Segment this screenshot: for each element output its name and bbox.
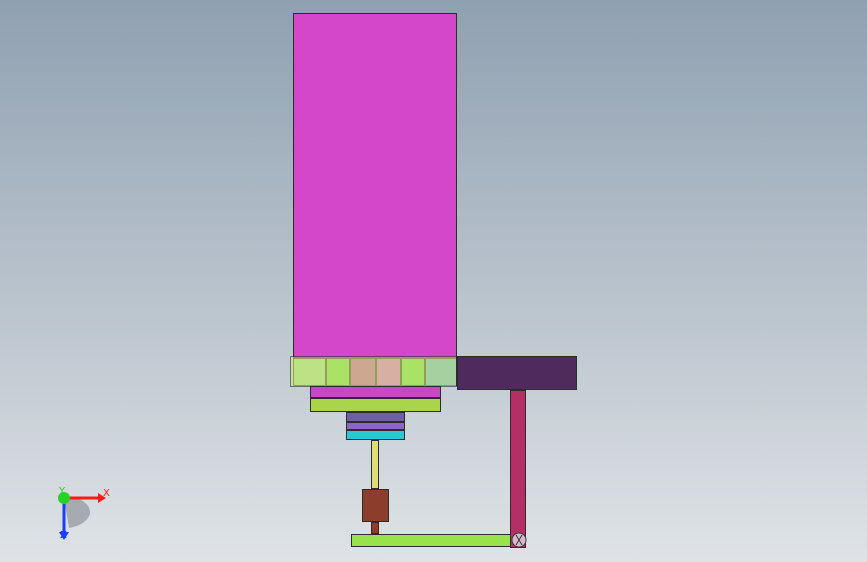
- pivot-pin-icon[interactable]: [509, 530, 529, 550]
- connecting-rod[interactable]: [510, 390, 526, 548]
- coupling-purple-lower[interactable]: [346, 422, 405, 430]
- coupling-purple-upper[interactable]: [346, 412, 405, 422]
- triad-label-y: Y: [59, 486, 66, 497]
- shaft-lower-segment[interactable]: [371, 522, 379, 534]
- cad-graphics-viewport[interactable]: X Y Z: [0, 0, 867, 562]
- triad-label-z: Z: [60, 530, 67, 541]
- triad-label-x: X: [103, 488, 110, 499]
- motor-body[interactable]: [293, 13, 457, 358]
- crank-arm[interactable]: [351, 534, 517, 547]
- shaft-sleeve[interactable]: [362, 489, 389, 522]
- upper-disc-green[interactable]: [310, 398, 441, 412]
- support-plate[interactable]: [290, 356, 457, 387]
- coupling-cyan-block[interactable]: [346, 430, 405, 440]
- side-bracket[interactable]: [457, 356, 577, 390]
- vertical-shaft[interactable]: [371, 440, 379, 489]
- upper-disc-pink[interactable]: [310, 386, 441, 398]
